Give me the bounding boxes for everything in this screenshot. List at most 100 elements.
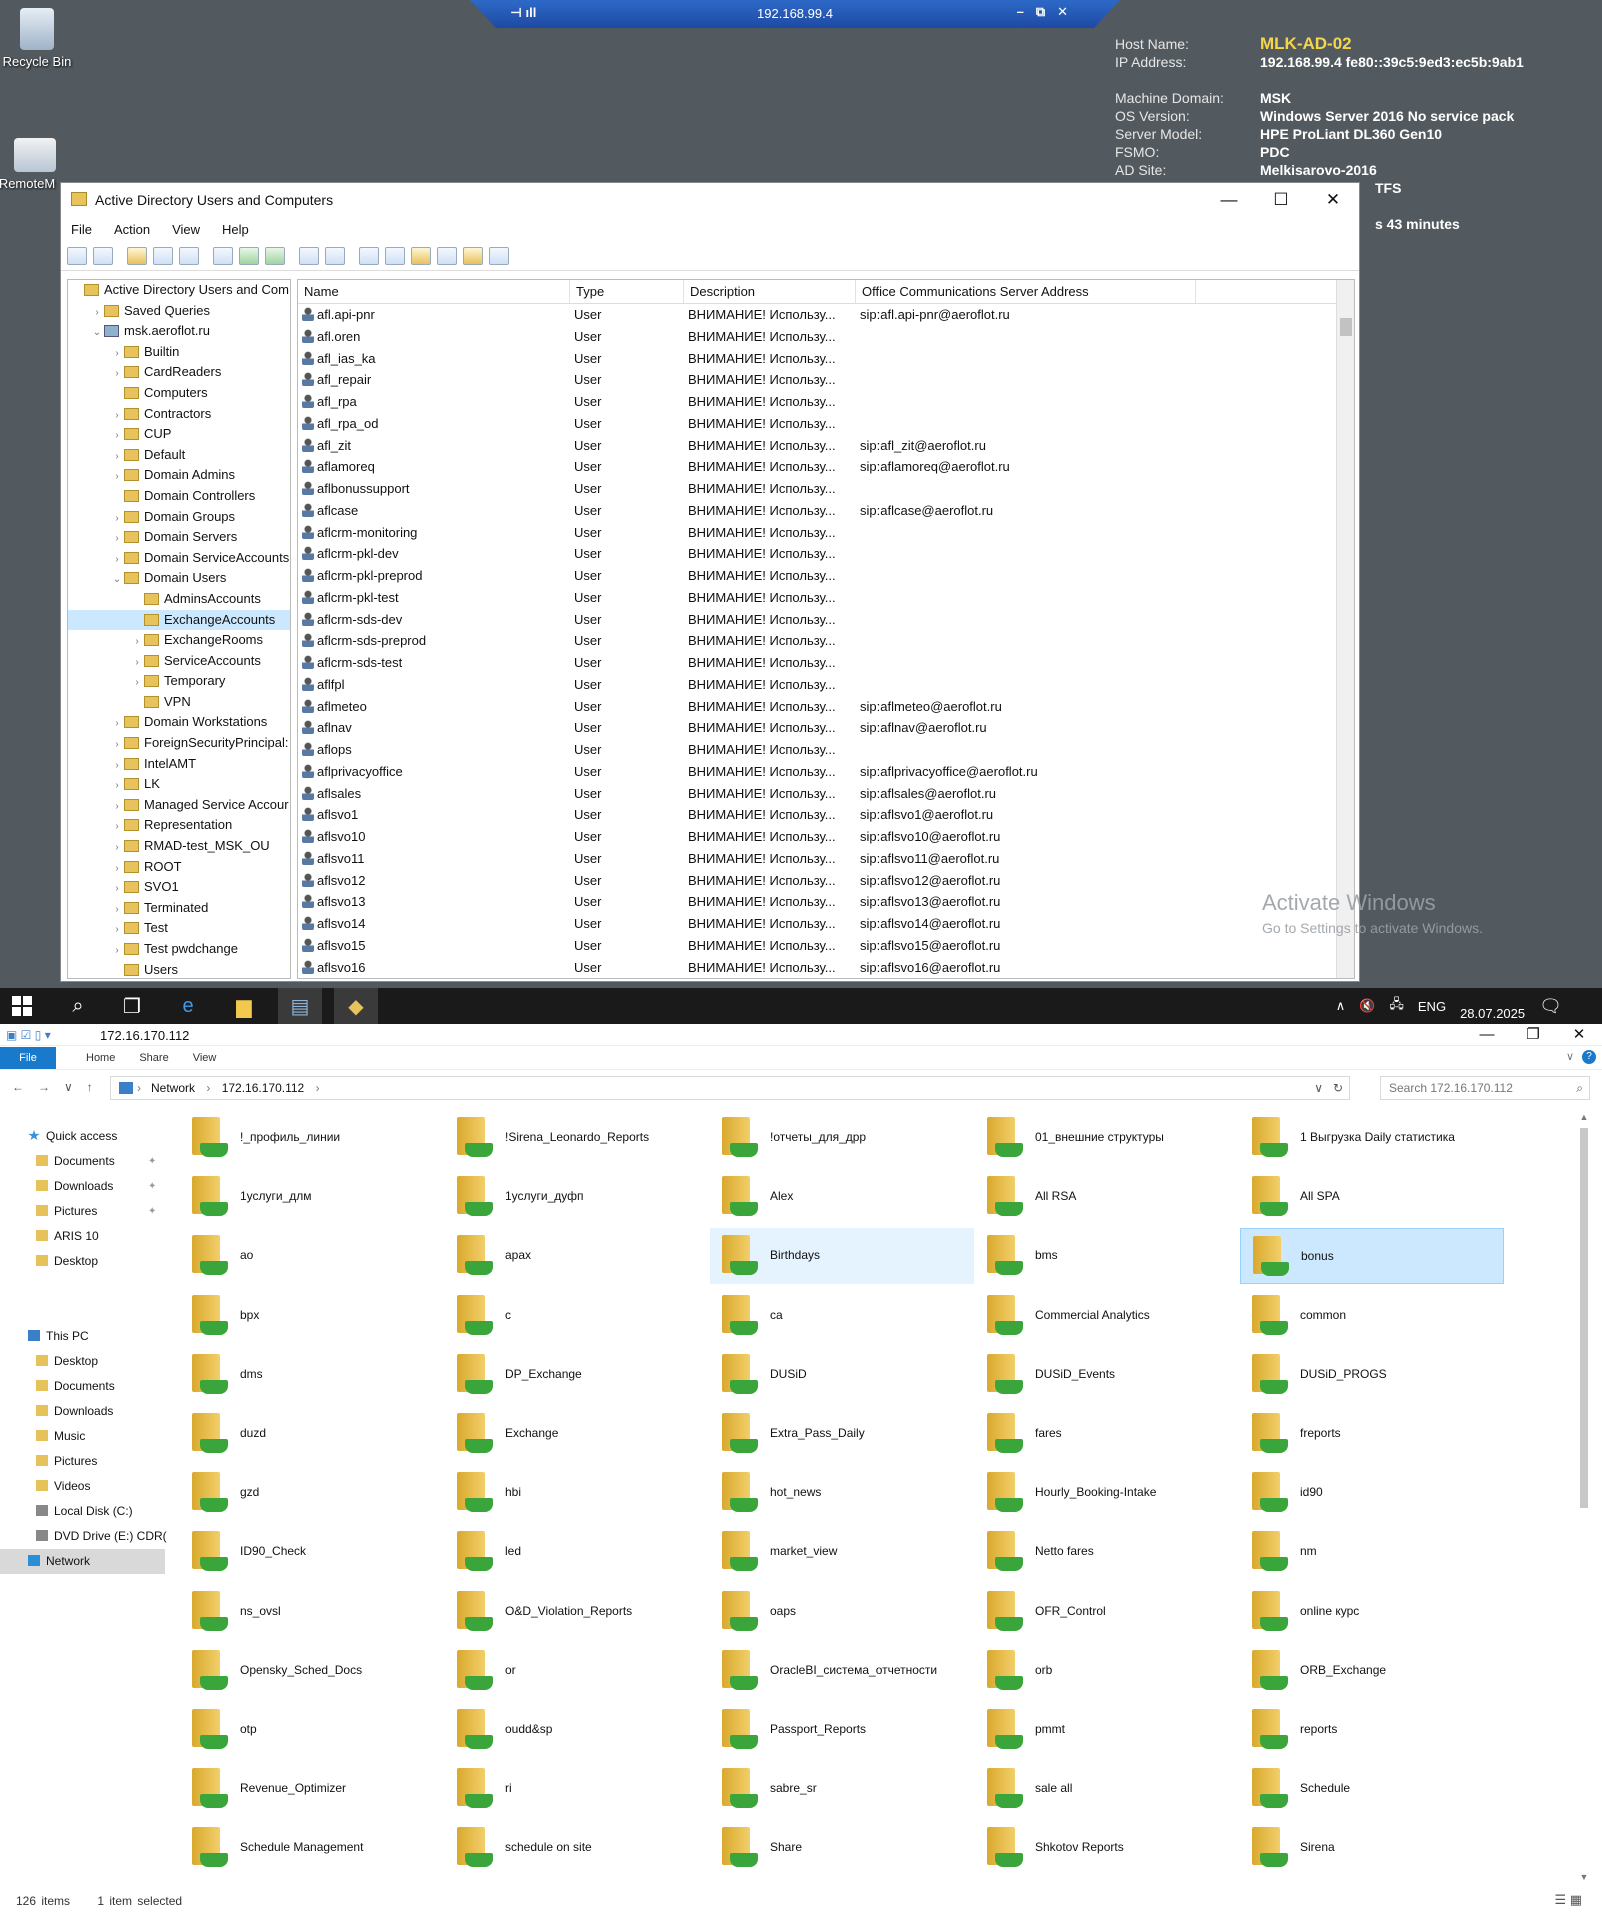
chevron-right-icon[interactable]: › bbox=[90, 303, 104, 324]
network-share-folder[interactable]: market_view bbox=[710, 1524, 974, 1580]
nav-item[interactable]: Quick access bbox=[0, 1124, 165, 1149]
table-row[interactable]: afl_zit User ВНИМАНИЕ! Использу... sip:afl_… bbox=[298, 435, 1354, 457]
network-share-folder[interactable]: gzd bbox=[180, 1465, 444, 1521]
aduc-taskbar-icon[interactable]: ◆ bbox=[334, 988, 378, 1024]
pin-icon[interactable]: ✦ bbox=[148, 1199, 156, 1224]
network-icon[interactable]: 🖧 bbox=[1389, 995, 1404, 1017]
tree-node[interactable]: › Builtin bbox=[68, 342, 290, 363]
chevron-right-icon[interactable]: › bbox=[110, 529, 124, 550]
show-hide-tree-icon[interactable] bbox=[153, 246, 173, 265]
start-button[interactable] bbox=[0, 988, 44, 1024]
tree-node[interactable]: › ForeignSecurityPrincipal: bbox=[68, 733, 290, 754]
table-row[interactable]: aflcase User ВНИМАНИЕ! Использу... sip:aflc… bbox=[298, 500, 1354, 522]
table-row[interactable]: aflsvo13 User ВНИМАНИЕ! Использу... sip:afl… bbox=[298, 891, 1354, 913]
new-group-icon[interactable] bbox=[385, 246, 405, 265]
console-icon[interactable] bbox=[325, 246, 345, 265]
table-row[interactable]: aflsvo1 User ВНИМАНИЕ! Использу... sip:afls… bbox=[298, 804, 1354, 826]
tree-node[interactable]: › Test bbox=[68, 918, 290, 939]
explorer-vertical-scrollbar[interactable]: ▲ ▼ bbox=[1578, 1112, 1590, 1882]
chevron-right-icon[interactable]: › bbox=[110, 920, 124, 941]
vertical-scrollbar[interactable] bbox=[1336, 280, 1354, 978]
network-share-folder[interactable]: bpx bbox=[180, 1288, 444, 1344]
network-share-folder[interactable]: Shkotov Reports bbox=[975, 1820, 1239, 1876]
nav-item[interactable]: Desktop bbox=[0, 1349, 165, 1374]
explorer-close-button[interactable]: ✕ bbox=[1556, 1024, 1602, 1046]
tree-node[interactable]: › LK bbox=[68, 774, 290, 795]
pin-icon[interactable]: ✦ bbox=[148, 1149, 156, 1174]
chevron-down-icon[interactable]: ⌄ bbox=[90, 323, 104, 344]
network-share-folder[interactable]: fares bbox=[975, 1406, 1239, 1462]
aduc-window[interactable]: Active Directory Users and Computers — ☐… bbox=[60, 182, 1360, 982]
table-row[interactable]: afl.api-pnr User ВНИМАНИЕ! Использу... sip:… bbox=[298, 304, 1354, 326]
table-row[interactable]: aflsvo11 User ВНИМАНИЕ! Использу... sip:afl… bbox=[298, 848, 1354, 870]
rdp-connection-bar[interactable]: ⊣ ıll 192.168.99.4 –⧉✕ bbox=[470, 0, 1120, 28]
chevron-right-icon[interactable]: › bbox=[110, 344, 124, 365]
network-share-folder[interactable]: ns_ovsl bbox=[180, 1584, 444, 1640]
server-manager-icon[interactable]: ▤ bbox=[278, 988, 322, 1024]
network-share-folder[interactable]: OFR_Control bbox=[975, 1584, 1239, 1640]
chevron-right-icon[interactable]: › bbox=[110, 406, 124, 427]
tree-node[interactable]: Active Directory Users and Com bbox=[68, 280, 290, 301]
tree-node[interactable]: ExchangeAccounts bbox=[68, 609, 290, 631]
tree-node[interactable]: › Test pwdchange bbox=[68, 939, 290, 960]
tree-node[interactable]: ⌄ Domain Users bbox=[68, 568, 290, 589]
tree-node[interactable]: › ROOT bbox=[68, 857, 290, 878]
address-bar[interactable]: › Network › 172.16.170.112 › ∨ ↻ bbox=[110, 1076, 1350, 1100]
minimize-button[interactable]: — bbox=[1203, 183, 1255, 217]
tree-node[interactable]: Computers bbox=[68, 383, 290, 404]
nav-item[interactable]: Desktop bbox=[0, 1249, 165, 1274]
table-row[interactable]: aflmeteo User ВНИМАНИЕ! Использу... sip:afl… bbox=[298, 696, 1354, 718]
table-row[interactable]: aflcrm-sds-preprod User ВНИМАНИЕ! Использу… bbox=[298, 630, 1354, 652]
nav-item[interactable]: Network bbox=[0, 1549, 165, 1574]
explorer-restore-button[interactable]: ❐ bbox=[1510, 1024, 1556, 1046]
tree-node[interactable]: › Contractors bbox=[68, 404, 290, 425]
network-share-folder[interactable]: ORB_Exchange bbox=[1240, 1643, 1504, 1699]
chevron-right-icon[interactable]: › bbox=[130, 673, 144, 694]
nav-buttons[interactable]: ←→∨↑ bbox=[12, 1080, 107, 1094]
network-share-folder[interactable]: id90 bbox=[1240, 1465, 1504, 1521]
clock-date[interactable]: 28.07.2025 bbox=[1460, 1006, 1525, 1021]
rdp-window-controls[interactable]: –⧉✕ bbox=[1017, 4, 1080, 20]
network-share-folder[interactable]: !Sirena_Leonardo_Reports bbox=[445, 1110, 709, 1166]
network-share-folder[interactable]: Schedule Management bbox=[180, 1820, 444, 1876]
pin-icon[interactable]: ✦ bbox=[148, 1174, 156, 1199]
chevron-right-icon[interactable]: › bbox=[110, 797, 124, 818]
chevron-right-icon[interactable]: › bbox=[110, 447, 124, 468]
network-share-folder[interactable]: ID90_Check bbox=[180, 1524, 444, 1580]
nav-item[interactable]: Pictures bbox=[0, 1449, 165, 1474]
help-icon[interactable] bbox=[299, 246, 319, 265]
ribbon-tab-home[interactable]: Home bbox=[74, 1052, 127, 1064]
help-icon[interactable]: ? bbox=[1582, 1050, 1596, 1064]
nav-item[interactable]: Documents ✦ bbox=[0, 1149, 165, 1174]
chevron-right-icon[interactable]: › bbox=[110, 509, 124, 530]
chevron-right-icon[interactable]: › bbox=[110, 859, 124, 880]
chevron-right-icon[interactable]: › bbox=[110, 735, 124, 756]
network-share-folder[interactable]: schedule on site bbox=[445, 1820, 709, 1876]
chevron-right-icon[interactable]: › bbox=[110, 900, 124, 921]
network-share-folder[interactable]: Revenue_Optimizer bbox=[180, 1761, 444, 1817]
network-share-folder[interactable]: Share bbox=[710, 1820, 974, 1876]
table-row[interactable]: aflcrm-monitoring User ВНИМАНИЕ! Использу.… bbox=[298, 522, 1354, 544]
table-row[interactable]: aflcrm-pkl-preprod User ВНИМАНИЕ! Использу… bbox=[298, 565, 1354, 587]
table-row[interactable]: aflsvo10 User ВНИМАНИЕ! Использу... sip:afl… bbox=[298, 826, 1354, 848]
tree-node[interactable]: › CardReaders bbox=[68, 362, 290, 383]
nav-item[interactable]: Music bbox=[0, 1424, 165, 1449]
explorer-qat-icon[interactable]: ▣ ☑ ▯ ▾ bbox=[6, 1028, 86, 1042]
tree-node[interactable]: › ServiceAccounts bbox=[68, 651, 290, 672]
up-folder-icon[interactable] bbox=[127, 246, 147, 265]
network-share-folder[interactable]: !отчеты_для_дрр bbox=[710, 1110, 974, 1166]
table-row[interactable]: aflsvo16 User ВНИМАНИЕ! Использу... sip:afl… bbox=[298, 957, 1354, 979]
chevron-right-icon[interactable]: › bbox=[110, 714, 124, 735]
tree-node[interactable]: › Domain Groups bbox=[68, 507, 290, 528]
tree-node[interactable]: › Saved Queries bbox=[68, 301, 290, 322]
network-share-folder[interactable]: Opensky_Sched_Docs bbox=[180, 1643, 444, 1699]
table-row[interactable]: aflcrm-pkl-dev User ВНИМАНИЕ! Использу... bbox=[298, 543, 1354, 565]
chevron-up-icon[interactable]: ∧ bbox=[1336, 998, 1346, 1014]
chevron-right-icon[interactable]: › bbox=[110, 550, 124, 571]
menu-file[interactable]: File bbox=[71, 222, 92, 237]
network-share-folder[interactable]: 01_внешние структуры bbox=[975, 1110, 1239, 1166]
network-share-folder[interactable]: bms bbox=[975, 1228, 1239, 1284]
filter-icon[interactable] bbox=[437, 246, 457, 265]
network-share-folder[interactable]: sale all bbox=[975, 1761, 1239, 1817]
network-share-folder[interactable]: All SPA bbox=[1240, 1169, 1504, 1225]
